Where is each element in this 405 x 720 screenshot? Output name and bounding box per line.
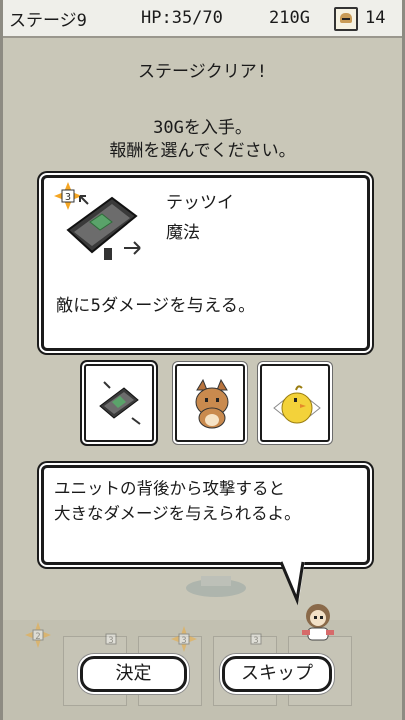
card-type: 魔法	[166, 223, 200, 243]
unit-count: 14	[365, 8, 386, 28]
hero-face-icon[interactable]	[334, 7, 358, 31]
svg-text:2: 2	[35, 632, 40, 642]
svg-text:3: 3	[181, 636, 186, 646]
gold-label: 210G	[269, 8, 310, 28]
hint-line-2: 大きなダメージを与えられるよ。	[54, 504, 301, 523]
reward-choice-hammer[interactable]	[84, 364, 154, 442]
hint-text: ユニットの背後から攻撃すると 大きなダメージを与えられるよ。	[54, 476, 301, 526]
skip-button[interactable]: スキップ	[222, 656, 332, 692]
reward-choice-chick[interactable]	[260, 364, 330, 442]
svg-text:3: 3	[108, 636, 113, 646]
svg-text:3: 3	[65, 192, 71, 203]
hint-line-1: ユニットの背後から攻撃すると	[54, 479, 285, 498]
stage-label: ステージ9	[9, 10, 87, 31]
card-detail-panel: 3 テッツイ 魔法 敵に5ダメージを与える。	[41, 175, 370, 351]
choose-reward-prompt: 報酬を選んでください。	[109, 141, 296, 161]
stage-clear-title: ステージクリア!	[138, 62, 267, 82]
cost-badge-icon: 3	[250, 633, 262, 646]
status-bar: ステージ9 HP:35/70 210G 14	[3, 0, 402, 38]
cat-unit-icon	[195, 378, 229, 429]
game-screen: ステージ9 HP:35/70 210G 14 2 3 3 3 ステージクリア! …	[0, 0, 405, 720]
cost-badge-icon: 3	[171, 626, 197, 652]
hint-speech-bubble: ユニットの背後から攻撃すると 大きなダメージを与えられるよ。	[41, 465, 370, 565]
card-description: 敵に5ダメージを与える。	[56, 296, 256, 316]
card-name: テッツイ	[166, 193, 234, 213]
bubble-tail	[279, 560, 305, 606]
iron-hammer-icon: 3	[54, 182, 141, 260]
cost-badge-icon: 2	[25, 622, 51, 648]
chick-unit-icon	[273, 385, 321, 424]
cost-badge-icon: 3	[105, 633, 117, 646]
decide-button[interactable]: 決定	[80, 656, 187, 692]
reward-choice-cat[interactable]	[175, 364, 245, 442]
gold-reward-text: 30Gを入手。	[153, 118, 252, 138]
hp-label: HP:35/70	[141, 8, 223, 28]
svg-text:3: 3	[253, 636, 258, 646]
iron-hammer-icon	[99, 381, 141, 425]
enemy-silhouette-icon	[186, 576, 246, 597]
